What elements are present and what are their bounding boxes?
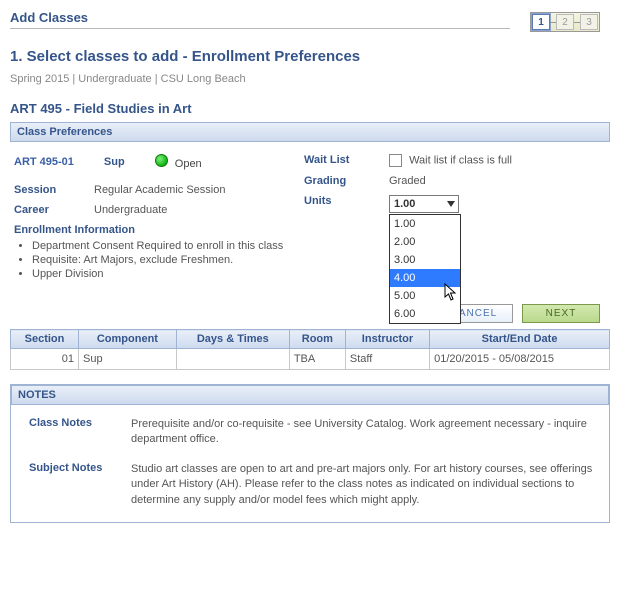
step-3[interactable]: 3 — [580, 14, 598, 30]
step-1[interactable]: 1 — [532, 14, 550, 30]
units-selected-value: 1.00 — [394, 198, 415, 210]
cell-component: Sup — [79, 349, 177, 370]
col-component: Component — [79, 330, 177, 349]
waitlist-text: Wait list if class is full — [409, 154, 512, 166]
cell-room: TBA — [289, 349, 345, 370]
units-option[interactable]: 1.00 — [390, 215, 460, 233]
schedule-table: Section Component Days & Times Room Inst… — [10, 329, 610, 370]
waitlist-label: Wait List — [304, 154, 389, 167]
units-option[interactable]: 3.00 — [390, 251, 460, 269]
class-notes-label: Class Notes — [21, 417, 131, 448]
next-button[interactable]: NEXT — [522, 304, 600, 323]
units-option[interactable]: 2.00 — [390, 233, 460, 251]
grading-label: Grading — [304, 175, 389, 187]
term-context: Spring 2015 | Undergraduate | CSU Long B… — [10, 73, 610, 85]
career-label: Career — [14, 204, 94, 216]
grading-value: Graded — [389, 175, 426, 187]
step-2[interactable]: 2 — [556, 14, 574, 30]
section-heading: 1. Select classes to add - Enrollment Pr… — [10, 48, 610, 65]
subject-notes-text: Studio art classes are open to art and p… — [131, 462, 599, 508]
units-option[interactable]: 4.00 — [390, 269, 460, 287]
cell-days — [176, 349, 289, 370]
cell-section: 01 — [11, 349, 79, 370]
units-option[interactable]: 5.00 — [390, 287, 460, 305]
course-title: ART 495 - Field Studies in Art — [10, 101, 610, 116]
notes-bar: NOTES — [11, 385, 609, 405]
units-label: Units — [304, 195, 389, 213]
list-item: Upper Division — [32, 268, 284, 280]
session-label: Session — [14, 184, 94, 196]
col-section: Section — [11, 330, 79, 349]
class-preferences-bar: Class Preferences — [10, 122, 610, 142]
list-item: Department Consent Required to enroll in… — [32, 240, 284, 252]
session-value: Regular Academic Session — [94, 184, 225, 196]
list-item: Requisite: Art Majors, exclude Freshmen. — [32, 254, 284, 266]
career-value: Undergraduate — [94, 204, 167, 216]
units-dropdown[interactable]: 1.00 2.00 3.00 4.00 5.00 6.00 — [389, 214, 461, 324]
component-label: Sup — [104, 156, 125, 168]
progress-stepper: 1 2 3 — [530, 12, 600, 32]
col-dates: Start/End Date — [430, 330, 610, 349]
col-instructor: Instructor — [345, 330, 429, 349]
units-select[interactable]: 1.00 1.00 2.00 3.00 4.00 5.00 6.00 — [389, 195, 459, 213]
enrollment-info-heading: Enrollment Information — [14, 224, 284, 236]
col-room: Room — [289, 330, 345, 349]
units-option[interactable]: 6.00 — [390, 305, 460, 323]
col-days: Days & Times — [176, 330, 289, 349]
status-open-icon — [155, 154, 168, 167]
class-section-link[interactable]: ART 495-01 — [14, 156, 74, 168]
chevron-down-icon — [447, 201, 455, 207]
class-notes-text: Prerequisite and/or co-requisite - see U… — [131, 417, 599, 448]
status-text: Open — [175, 158, 202, 170]
waitlist-checkbox[interactable] — [389, 154, 402, 167]
page-title: Add Classes — [10, 10, 510, 29]
cell-instructor: Staff — [345, 349, 429, 370]
table-row: 01 Sup TBA Staff 01/20/2015 - 05/08/2015 — [11, 349, 610, 370]
cell-dates: 01/20/2015 - 05/08/2015 — [430, 349, 610, 370]
subject-notes-label: Subject Notes — [21, 462, 131, 508]
enrollment-info-list: Department Consent Required to enroll in… — [32, 240, 284, 280]
